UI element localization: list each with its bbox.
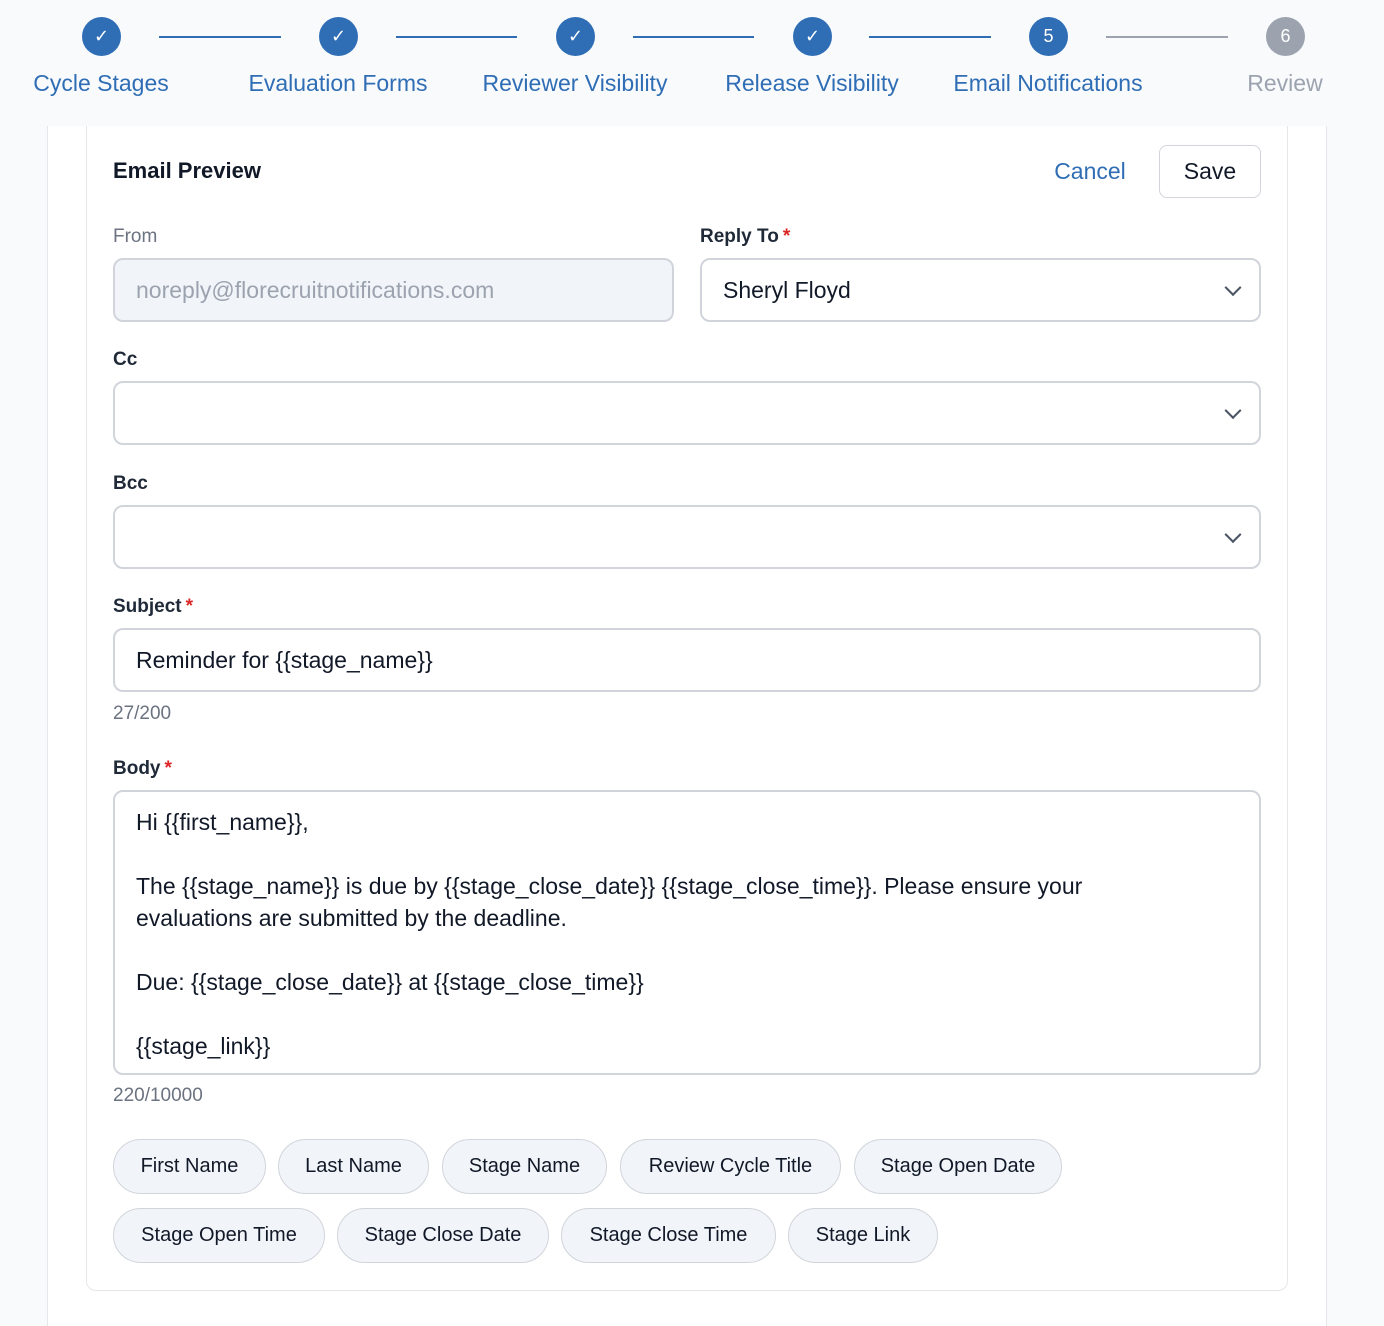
step-connector <box>869 36 991 38</box>
body-label: Body * <box>113 758 172 780</box>
required-marker: * <box>185 596 194 617</box>
progress-stepper: ✓ Cycle Stages ✓ Evaluation Forms ✓ Revi… <box>0 0 1384 126</box>
subject-label-text: Subject <box>113 596 182 617</box>
step-connector <box>159 36 281 38</box>
save-button[interactable]: Save <box>1159 145 1261 198</box>
subject-input[interactable]: Reminder for {{stage_name}} <box>113 628 1261 692</box>
step-label: Cycle Stages <box>33 70 169 96</box>
body-char-counter: 220/10000 <box>113 1085 203 1106</box>
from-value: noreply@florecruitnotifications.com <box>136 276 495 303</box>
subject-char-counter: 27/200 <box>113 703 172 724</box>
step-label: Review <box>1247 70 1323 96</box>
variable-chip-stage-open-time[interactable]: Stage Open Time <box>113 1208 325 1263</box>
subject-label: Subject * <box>113 596 193 618</box>
step-number: 6 <box>1266 17 1305 56</box>
check-icon: ✓ <box>82 17 121 56</box>
check-icon: ✓ <box>556 17 595 56</box>
variable-chip-first-name[interactable]: First Name <box>113 1139 266 1194</box>
required-marker: * <box>164 758 172 779</box>
chevron-down-icon <box>1224 526 1242 544</box>
check-icon: ✓ <box>793 17 832 56</box>
step-connector <box>1106 36 1228 38</box>
from-field: noreply@florecruitnotifications.com <box>113 258 674 322</box>
variable-chip-stage-close-date[interactable]: Stage Close Date <box>337 1208 549 1263</box>
check-icon: ✓ <box>319 17 358 56</box>
reply-to-value: Sheryl Floyd <box>723 276 851 303</box>
reply-to-label-text: Reply To <box>700 226 779 247</box>
cc-label: Cc <box>113 349 138 370</box>
bcc-select[interactable] <box>113 505 1261 569</box>
step-label: Evaluation Forms <box>248 70 428 96</box>
variable-chip-last-name[interactable]: Last Name <box>278 1139 429 1194</box>
step-connector <box>633 36 754 38</box>
required-marker: * <box>782 226 791 247</box>
step-label: Email Notifications <box>953 70 1143 96</box>
chevron-down-icon <box>1224 402 1242 420</box>
step-connector <box>396 36 517 38</box>
step-number: 5 <box>1029 17 1068 56</box>
chevron-down-icon <box>1224 279 1242 297</box>
variable-chip-stage-open-date[interactable]: Stage Open Date <box>854 1139 1062 1194</box>
variable-chip-stage-name[interactable]: Stage Name <box>442 1139 607 1194</box>
bcc-label: Bcc <box>113 473 148 494</box>
variable-chip-review-cycle-title[interactable]: Review Cycle Title <box>620 1139 841 1194</box>
page-title: Email Preview <box>113 158 261 183</box>
step-label: Release Visibility <box>725 70 899 96</box>
variable-chip-stage-close-time[interactable]: Stage Close Time <box>561 1208 776 1263</box>
step-label: Reviewer Visibility <box>482 70 668 96</box>
subject-value: Reminder for {{stage_name}} <box>136 646 433 673</box>
from-label: From <box>113 226 158 247</box>
cancel-button[interactable]: Cancel <box>1040 145 1140 198</box>
reply-to-label: Reply To * <box>700 226 790 248</box>
reply-to-select[interactable]: Sheryl Floyd <box>700 258 1261 322</box>
body-label-text: Body <box>113 758 161 779</box>
body-textarea[interactable]: Hi {{first_name}}, The {{stage_name}} is… <box>113 790 1261 1075</box>
cc-select[interactable] <box>113 381 1261 445</box>
variable-chip-stage-link[interactable]: Stage Link <box>788 1208 938 1263</box>
